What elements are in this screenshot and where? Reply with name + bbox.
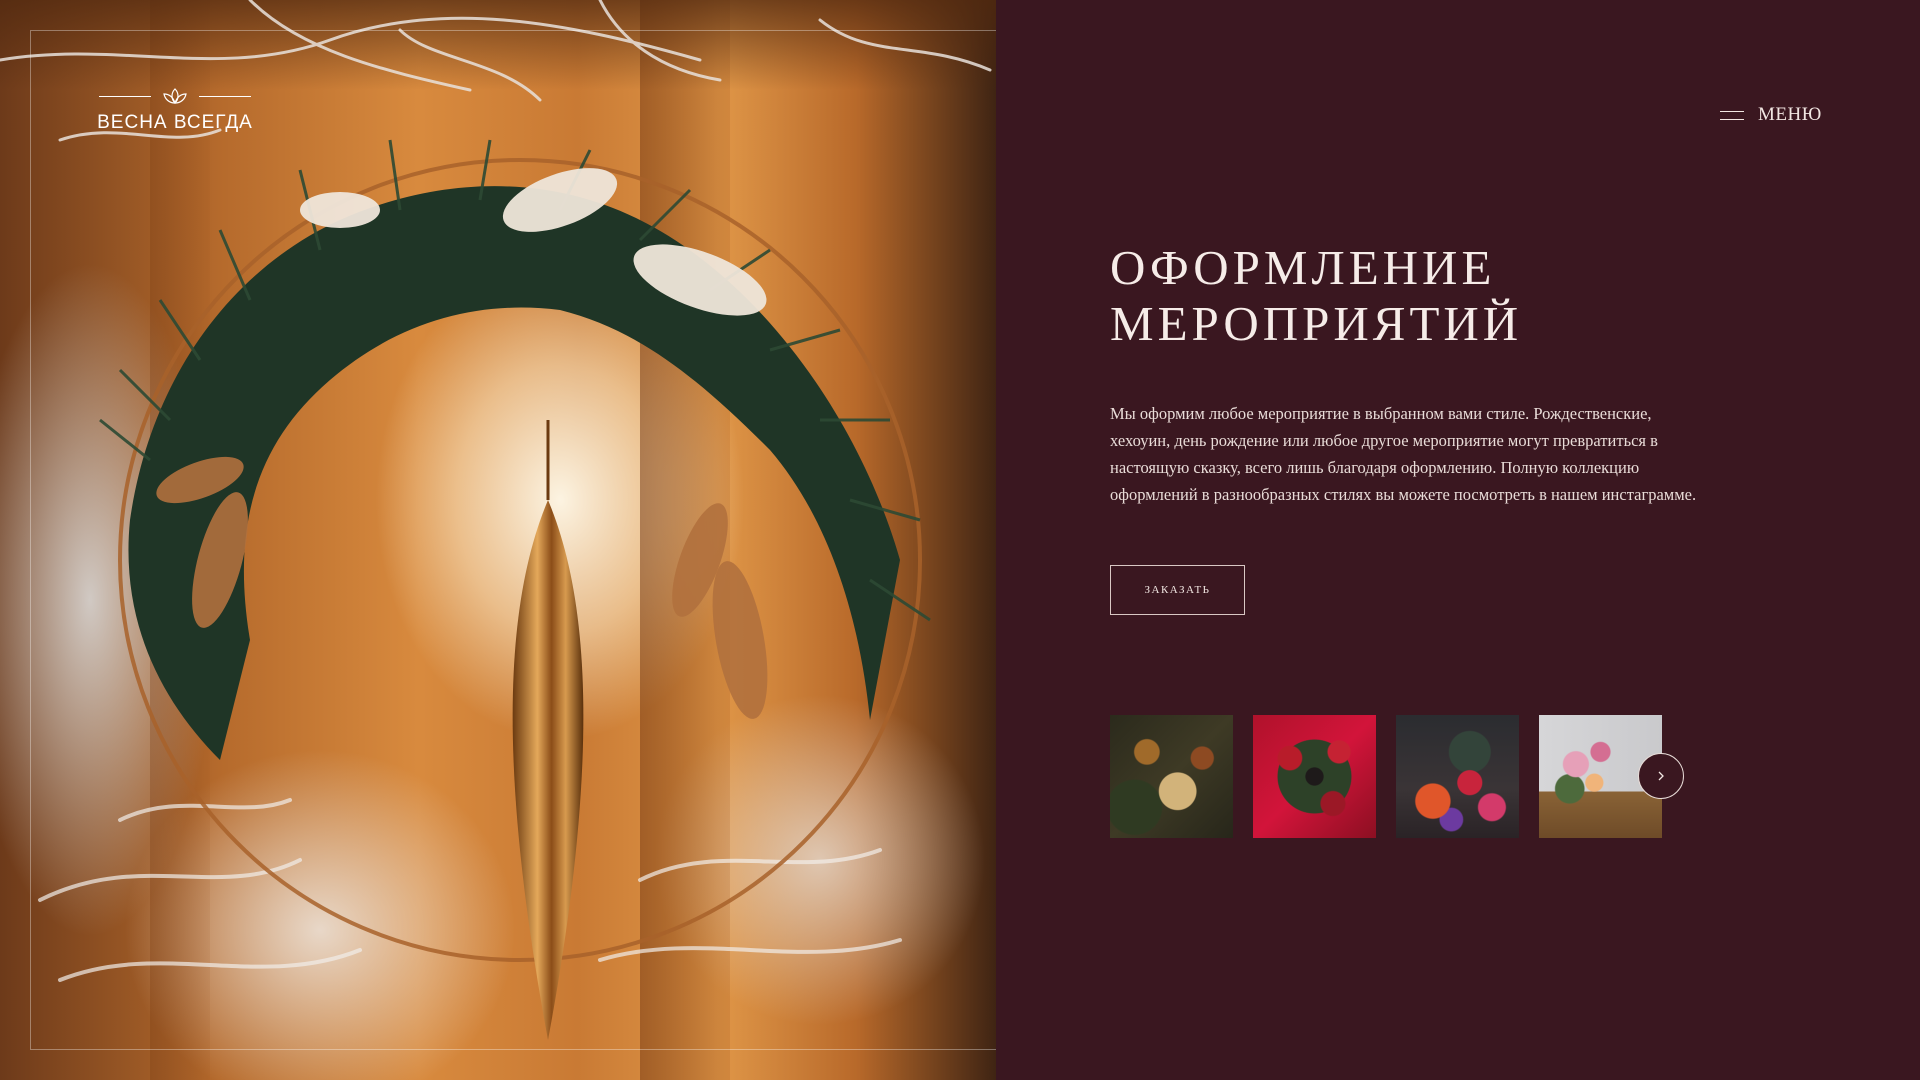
hero-description: Мы оформим любое мероприятие в выбранном… [1110, 404, 1697, 504]
chevron-right-icon [1658, 771, 1664, 781]
order-button[interactable]: ЗАКАЗАТЬ [1110, 565, 1245, 615]
logo-line [99, 95, 151, 97]
lotus-icon [163, 88, 187, 104]
logo-line [199, 95, 251, 97]
gallery-thumbnails [1110, 715, 1662, 838]
logo-ornament [95, 86, 255, 106]
wreath-red-thumbnail[interactable] [1253, 715, 1376, 838]
menu-label: МЕНЮ [1758, 104, 1822, 125]
hero-photo [0, 0, 996, 1080]
page-title: ОФОРМЛЕНИЕ МЕРОПРИЯТИЙ [1110, 240, 1710, 352]
hamburger-icon [1720, 110, 1744, 120]
title-line-1: ОФОРМЛЕНИЕ [1110, 240, 1496, 295]
gallery-next-button[interactable] [1638, 753, 1684, 799]
bouquet-dark-thumbnail[interactable] [1396, 715, 1519, 838]
title-line-2: МЕРОПРИЯТИЙ [1110, 296, 1523, 351]
christmas-wreath-illustration [0, 0, 992, 1040]
wreath-gold-thumbnail[interactable] [1110, 715, 1233, 838]
menu-button[interactable]: МЕНЮ [1720, 104, 1822, 126]
brand-name: ВЕСНА ВСЕГДА [97, 112, 253, 133]
brand-logo[interactable]: ВЕСНА ВСЕГДА [95, 86, 255, 134]
